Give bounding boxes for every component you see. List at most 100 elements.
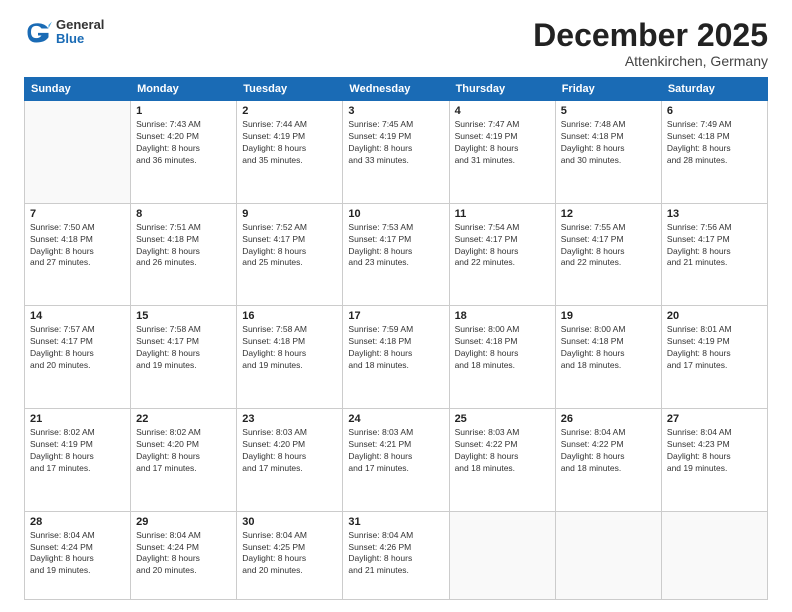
day-number: 30	[242, 516, 337, 528]
logo-general-text: General	[56, 18, 104, 32]
table-row: 5Sunrise: 7:48 AM Sunset: 4:18 PM Daylig…	[555, 101, 661, 204]
day-info: Sunrise: 8:03 AM Sunset: 4:20 PM Dayligh…	[242, 427, 337, 475]
table-row: 1Sunrise: 7:43 AM Sunset: 4:20 PM Daylig…	[131, 101, 237, 204]
table-row: 31 Sunrise: 8:04 AM Sunset: 4:26 PM Dayli…	[343, 511, 449, 599]
day-number: 10	[348, 208, 443, 220]
day-number: 12	[561, 208, 656, 220]
table-row: 6 Sunrise: 7:49 AM Sunset: 4:18 PM Daylig…	[661, 101, 767, 204]
day-info: Sunrise: 8:00 AM Sunset: 4:18 PM Dayligh…	[455, 324, 550, 372]
day-number: 29	[136, 516, 231, 528]
day-number: 7	[30, 208, 125, 220]
table-row: 14Sunrise: 7:57 AM Sunset: 4:17 PM Dayli…	[25, 306, 131, 409]
table-row: 2 Sunrise: 7:44 AM Sunset: 4:19 PM Daylig…	[237, 101, 343, 204]
day-number: 17	[348, 310, 443, 322]
day-number: 11	[455, 208, 550, 220]
logo-icon	[24, 18, 52, 46]
table-row: 27 Sunrise: 8:04 AM Sunset: 4:23 PM Dayli…	[661, 409, 767, 512]
logo-text: General Blue	[56, 18, 104, 47]
table-row: 10 Sunrise: 7:53 AM Sunset: 4:17 PM Dayli…	[343, 203, 449, 306]
day-info: Sunrise: 7:54 AM Sunset: 4:17 PM Dayligh…	[455, 222, 550, 270]
header-friday: Friday	[555, 78, 661, 101]
calendar-header-row: Sunday Monday Tuesday Wednesday Thursday…	[25, 78, 768, 101]
table-row: 29 Sunrise: 8:04 AM Sunset: 4:24 PM Dayli…	[131, 511, 237, 599]
day-number: 3	[348, 105, 443, 117]
day-info: Sunrise: 7:59 AM Sunset: 4:18 PM Dayligh…	[348, 324, 443, 372]
header-wednesday: Wednesday	[343, 78, 449, 101]
table-row: 7Sunrise: 7:50 AM Sunset: 4:18 PM Daylig…	[25, 203, 131, 306]
table-row	[555, 511, 661, 599]
calendar-week-row: 21Sunrise: 8:02 AM Sunset: 4:19 PM Dayli…	[25, 409, 768, 512]
day-info: Sunrise: 7:55 AM Sunset: 4:17 PM Dayligh…	[561, 222, 656, 270]
day-info: Sunrise: 8:04 AM Sunset: 4:23 PM Dayligh…	[667, 427, 762, 475]
day-info: Sunrise: 7:47 AM Sunset: 4:19 PM Dayligh…	[455, 119, 550, 167]
day-info: Sunrise: 8:02 AM Sunset: 4:19 PM Dayligh…	[30, 427, 125, 475]
day-info: Sunrise: 8:04 AM Sunset: 4:26 PM Dayligh…	[348, 530, 443, 578]
table-row	[449, 511, 555, 599]
header: General Blue December 2025 Attenkirchen,…	[24, 18, 768, 69]
page: General Blue December 2025 Attenkirchen,…	[0, 0, 792, 612]
table-row: 21Sunrise: 8:02 AM Sunset: 4:19 PM Dayli…	[25, 409, 131, 512]
header-saturday: Saturday	[661, 78, 767, 101]
table-row: 15Sunrise: 7:58 AM Sunset: 4:17 PM Dayli…	[131, 306, 237, 409]
day-number: 13	[667, 208, 762, 220]
day-info: Sunrise: 8:01 AM Sunset: 4:19 PM Dayligh…	[667, 324, 762, 372]
day-number: 20	[667, 310, 762, 322]
calendar-week-row: 14Sunrise: 7:57 AM Sunset: 4:17 PM Dayli…	[25, 306, 768, 409]
logo-blue-text: Blue	[56, 32, 104, 46]
day-number: 19	[561, 310, 656, 322]
day-number: 22	[136, 413, 231, 425]
day-number: 24	[348, 413, 443, 425]
calendar-week-row: 1Sunrise: 7:43 AM Sunset: 4:20 PM Daylig…	[25, 101, 768, 204]
table-row: 3 Sunrise: 7:45 AM Sunset: 4:19 PM Daylig…	[343, 101, 449, 204]
day-number: 18	[455, 310, 550, 322]
day-number: 26	[561, 413, 656, 425]
day-number: 2	[242, 105, 337, 117]
calendar-week-row: 7Sunrise: 7:50 AM Sunset: 4:18 PM Daylig…	[25, 203, 768, 306]
day-number: 8	[136, 208, 231, 220]
day-number: 5	[561, 105, 656, 117]
table-row: 8Sunrise: 7:51 AM Sunset: 4:18 PM Daylig…	[131, 203, 237, 306]
day-info: Sunrise: 8:04 AM Sunset: 4:24 PM Dayligh…	[136, 530, 231, 578]
day-info: Sunrise: 7:52 AM Sunset: 4:17 PM Dayligh…	[242, 222, 337, 270]
day-info: Sunrise: 8:00 AM Sunset: 4:18 PM Dayligh…	[561, 324, 656, 372]
calendar-week-row: 28Sunrise: 8:04 AM Sunset: 4:24 PM Dayli…	[25, 511, 768, 599]
day-number: 6	[667, 105, 762, 117]
day-number: 15	[136, 310, 231, 322]
table-row: 17 Sunrise: 7:59 AM Sunset: 4:18 PM Dayli…	[343, 306, 449, 409]
table-row: 13 Sunrise: 7:56 AM Sunset: 4:17 PM Dayli…	[661, 203, 767, 306]
day-info: Sunrise: 8:03 AM Sunset: 4:22 PM Dayligh…	[455, 427, 550, 475]
table-row	[661, 511, 767, 599]
table-row: 26Sunrise: 8:04 AM Sunset: 4:22 PM Dayli…	[555, 409, 661, 512]
table-row: 4 Sunrise: 7:47 AM Sunset: 4:19 PM Daylig…	[449, 101, 555, 204]
day-info: Sunrise: 8:03 AM Sunset: 4:21 PM Dayligh…	[348, 427, 443, 475]
day-info: Sunrise: 7:53 AM Sunset: 4:17 PM Dayligh…	[348, 222, 443, 270]
header-thursday: Thursday	[449, 78, 555, 101]
title-block: December 2025 Attenkirchen, Germany	[533, 18, 768, 69]
day-info: Sunrise: 7:58 AM Sunset: 4:18 PM Dayligh…	[242, 324, 337, 372]
table-row: 24 Sunrise: 8:03 AM Sunset: 4:21 PM Dayli…	[343, 409, 449, 512]
day-info: Sunrise: 7:45 AM Sunset: 4:19 PM Dayligh…	[348, 119, 443, 167]
table-row: 25 Sunrise: 8:03 AM Sunset: 4:22 PM Dayli…	[449, 409, 555, 512]
table-row: 11 Sunrise: 7:54 AM Sunset: 4:17 PM Dayli…	[449, 203, 555, 306]
table-row: 9 Sunrise: 7:52 AM Sunset: 4:17 PM Daylig…	[237, 203, 343, 306]
day-info: Sunrise: 7:56 AM Sunset: 4:17 PM Dayligh…	[667, 222, 762, 270]
month-title: December 2025	[533, 18, 768, 53]
day-info: Sunrise: 7:44 AM Sunset: 4:19 PM Dayligh…	[242, 119, 337, 167]
day-number: 31	[348, 516, 443, 528]
table-row: 18 Sunrise: 8:00 AM Sunset: 4:18 PM Dayli…	[449, 306, 555, 409]
header-monday: Monday	[131, 78, 237, 101]
day-number: 9	[242, 208, 337, 220]
day-info: Sunrise: 8:04 AM Sunset: 4:25 PM Dayligh…	[242, 530, 337, 578]
day-info: Sunrise: 8:02 AM Sunset: 4:20 PM Dayligh…	[136, 427, 231, 475]
day-number: 4	[455, 105, 550, 117]
table-row: 30 Sunrise: 8:04 AM Sunset: 4:25 PM Dayli…	[237, 511, 343, 599]
table-row: 28Sunrise: 8:04 AM Sunset: 4:24 PM Dayli…	[25, 511, 131, 599]
day-number: 27	[667, 413, 762, 425]
day-info: Sunrise: 7:43 AM Sunset: 4:20 PM Dayligh…	[136, 119, 231, 167]
day-number: 25	[455, 413, 550, 425]
day-info: Sunrise: 7:49 AM Sunset: 4:18 PM Dayligh…	[667, 119, 762, 167]
location-subtitle: Attenkirchen, Germany	[533, 53, 768, 69]
day-info: Sunrise: 7:57 AM Sunset: 4:17 PM Dayligh…	[30, 324, 125, 372]
day-info: Sunrise: 8:04 AM Sunset: 4:24 PM Dayligh…	[30, 530, 125, 578]
table-row: 22 Sunrise: 8:02 AM Sunset: 4:20 PM Dayli…	[131, 409, 237, 512]
